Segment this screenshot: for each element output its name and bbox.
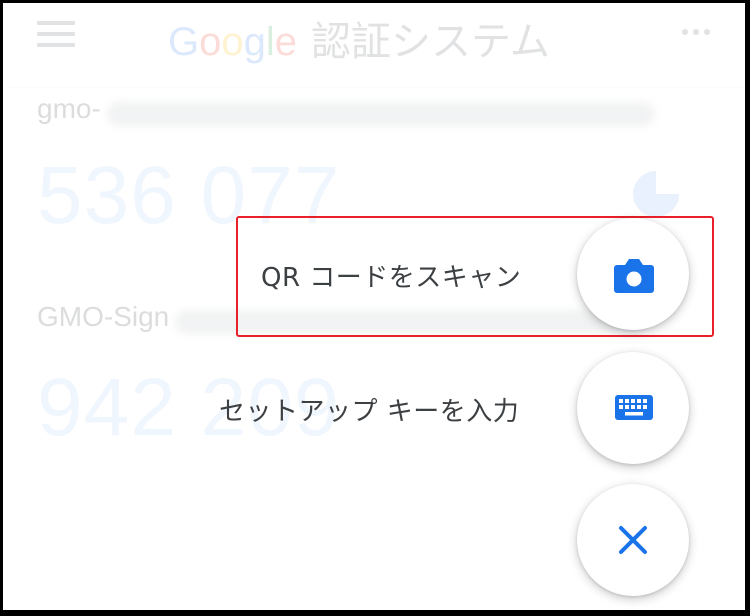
enter-setup-key-button[interactable] (577, 352, 689, 464)
close-speed-dial-button[interactable] (577, 484, 689, 596)
countdown-timer-icon (633, 171, 679, 217)
account-issuer: gmo- (37, 93, 101, 124)
scan-qr-button[interactable] (577, 218, 689, 330)
account-email-redacted (106, 101, 655, 126)
camera-icon (614, 259, 654, 293)
more-vert-icon[interactable] (682, 29, 712, 37)
keyboard-icon (615, 395, 653, 420)
app-screen: Google 認証システム gmo- 536 077 GMO-Sign 942 2… (3, 3, 745, 610)
account-item[interactable]: gmo- (37, 93, 655, 126)
close-icon (619, 526, 647, 554)
account-issuer: GMO-Sign (37, 301, 170, 332)
hamburger-menu-icon[interactable] (37, 21, 75, 47)
app-title: Google 認証システム (168, 9, 550, 67)
scan-qr-label[interactable]: QR コードをスキャン (261, 257, 521, 294)
app-title-text: 認証システム (311, 20, 550, 64)
app-bar: Google 認証システム (3, 3, 745, 88)
enter-setup-key-label[interactable]: セットアップ キーを入力 (219, 391, 519, 428)
google-logo-text: Google (168, 20, 298, 64)
